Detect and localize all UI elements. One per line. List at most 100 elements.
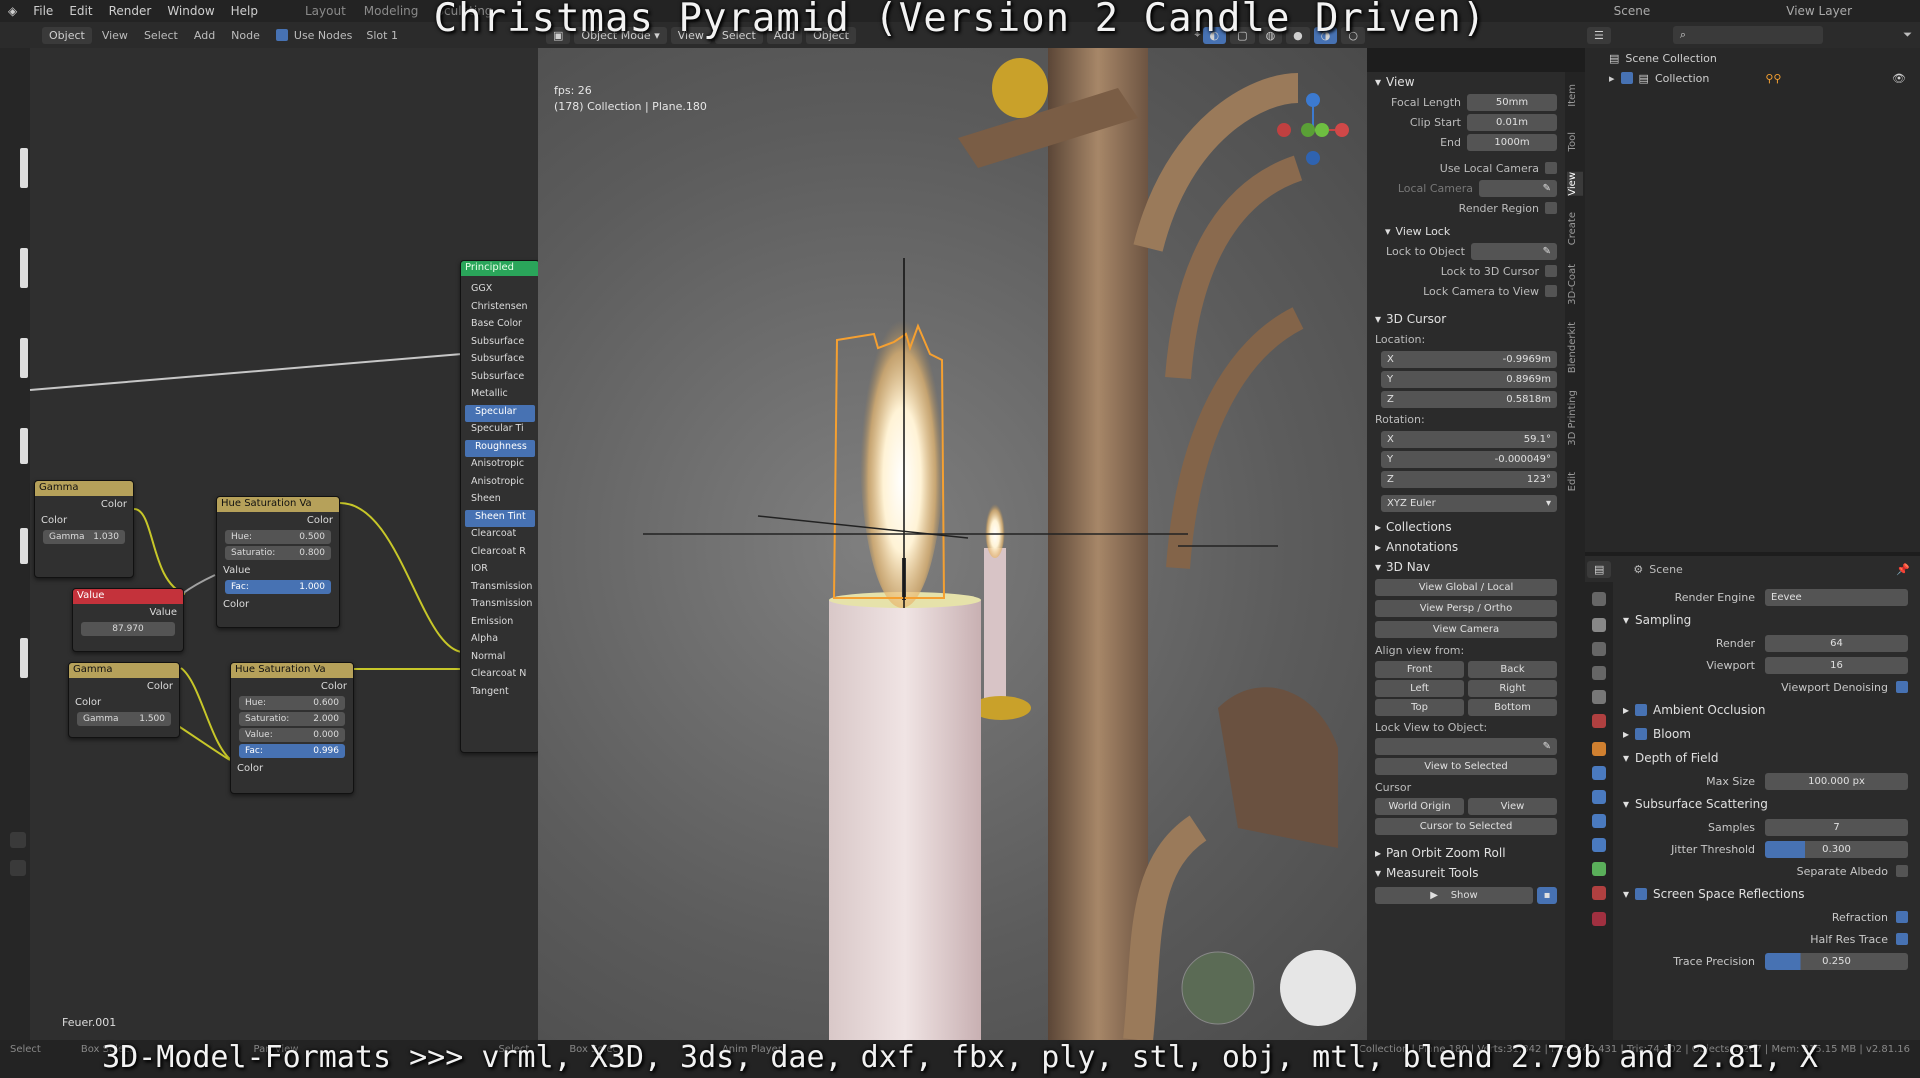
node-view-icon[interactable]	[10, 832, 26, 848]
workspace-tab-layout[interactable]: Layout	[296, 4, 355, 18]
data-icon[interactable]	[1592, 862, 1606, 876]
gamma-node-1[interactable]: Gamma Color Color Gamma 1.030	[34, 480, 134, 578]
editor-type-icon[interactable]: ▤	[1587, 560, 1612, 578]
collection-row[interactable]: ▸ ▤ Collection ⚲⚲ 👁	[1585, 68, 1920, 88]
world-icon[interactable]	[1592, 714, 1606, 728]
local-camera-field[interactable]: ✎	[1479, 179, 1557, 197]
3d-cursor-header[interactable]: ▾ 3D Cursor	[1367, 309, 1565, 329]
menu-select[interactable]: Select	[714, 26, 763, 44]
align-front-button[interactable]: Front	[1375, 661, 1464, 678]
view-layer-selector[interactable]: View Layer	[1778, 4, 1860, 18]
principled-input-socket[interactable]: GGX	[461, 282, 538, 300]
tab-3d-printing[interactable]: 3D Printing	[1567, 390, 1583, 446]
workspace-tab-sculpting[interactable]: Sculpting	[427, 4, 501, 18]
ambient-occlusion-checkbox[interactable]	[1635, 704, 1648, 716]
principled-input-socket[interactable]: Clearcoat R	[461, 545, 538, 563]
menu-file[interactable]: File	[25, 4, 61, 18]
rot-y-field[interactable]: Y -0.000049°	[1381, 450, 1557, 468]
hue-field[interactable]: Hue: 0.500	[225, 530, 331, 544]
menu-add[interactable]: Add	[766, 26, 803, 44]
trace-precision-slider[interactable]: 0.250	[1765, 952, 1908, 970]
collection-exclude-checkbox[interactable]	[1620, 72, 1633, 84]
fac-field[interactable]: Fac: 1.000	[225, 580, 331, 594]
principled-input-socket[interactable]: Specular	[465, 404, 535, 422]
principled-input-socket[interactable]: Christensen	[461, 300, 538, 318]
max-size-field[interactable]: 100.000 px	[1765, 772, 1908, 790]
object-mode-dropdown[interactable]: Object Mode ▾	[574, 26, 667, 44]
principled-input-socket[interactable]: Subsurface	[461, 352, 538, 370]
y-axis-handle[interactable]	[1315, 123, 1329, 137]
value-field[interactable]: Value: 0.000	[239, 728, 345, 742]
shading-rendered-icon[interactable]: ○	[1341, 26, 1365, 44]
scene-icon[interactable]	[1592, 690, 1606, 704]
expand-arrow-icon[interactable]: ▸	[1609, 72, 1615, 85]
measureit-settings-icon[interactable]: ▪	[1537, 887, 1557, 904]
view-lock-header[interactable]: ▾ View Lock	[1367, 222, 1565, 241]
pan-orbit-header[interactable]: ▸ Pan Orbit Zoom Roll	[1367, 843, 1565, 863]
neg-y-axis-handle[interactable]	[1301, 123, 1315, 137]
principled-bsdf-node[interactable]: Principled GGX Christensen Base Color Subsu…	[460, 260, 538, 753]
measureit-show-button[interactable]: ▶ Show	[1375, 887, 1533, 904]
ambient-occlusion-header[interactable]: ▸ Ambient Occlusion	[1615, 698, 1920, 722]
display-mode-icon[interactable]: ☰	[1587, 26, 1611, 44]
focal-length-field[interactable]: 50mm	[1467, 93, 1557, 111]
cursor-view-button[interactable]: View	[1468, 798, 1557, 815]
view-camera-button[interactable]: View Camera	[1375, 621, 1557, 638]
gamma-field[interactable]: Gamma 1.030	[43, 530, 125, 544]
menu-edit[interactable]: Edit	[61, 4, 100, 18]
tab-create[interactable]: Create	[1567, 212, 1583, 245]
tab-edit[interactable]: Edit	[1567, 472, 1583, 491]
editor-type-icon[interactable]: ▣	[546, 26, 571, 44]
loc-y-field[interactable]: Y 0.8969m	[1381, 370, 1557, 388]
lock-to-cursor-checkbox[interactable]	[1545, 265, 1557, 277]
principled-input-socket[interactable]: Tangent	[461, 685, 538, 703]
filter-icon[interactable]: ⏷	[1903, 28, 1912, 42]
tab-blenderkit[interactable]: Blenderkit	[1567, 322, 1583, 373]
menu-help[interactable]: Help	[223, 4, 266, 18]
overlay-toggle-icon[interactable]: ◐	[1202, 26, 1227, 44]
sss-samples-field[interactable]: 7	[1765, 818, 1908, 836]
half-res-checkbox[interactable]	[1896, 933, 1908, 945]
physics-icon[interactable]	[1592, 814, 1606, 828]
principled-input-socket[interactable]: Specular Ti	[461, 422, 538, 440]
rotation-mode-dropdown[interactable]: XYZ Euler ▾	[1381, 494, 1557, 512]
shading-solid-icon[interactable]: ●	[1286, 26, 1310, 44]
constraints-icon[interactable]	[1592, 838, 1606, 852]
menu-object[interactable]: Object	[806, 26, 856, 44]
hue-field[interactable]: Hue: 0.600	[239, 696, 345, 710]
x-axis-handle[interactable]	[1335, 123, 1349, 137]
align-left-button[interactable]: Left	[1375, 680, 1464, 697]
gamma-field[interactable]: Gamma 1.500	[77, 712, 171, 726]
hue-saturation-node-2[interactable]: Hue Saturation Va Color Hue: 0.600 Satura…	[230, 662, 354, 794]
output-icon[interactable]	[1592, 642, 1606, 656]
align-top-button[interactable]: Top	[1375, 699, 1464, 716]
principled-input-socket[interactable]: Normal	[461, 650, 538, 668]
gamma-node-2[interactable]: Gamma Color Color Gamma 1.500	[68, 662, 180, 738]
saturation-field[interactable]: Saturatio: 0.800	[225, 546, 331, 560]
menu-render[interactable]: Render	[101, 4, 160, 18]
view-section-header[interactable]: ▾ View	[1367, 72, 1565, 92]
xray-toggle-icon[interactable]: ▢	[1230, 26, 1255, 44]
outliner-search-input[interactable]: ⌕	[1672, 26, 1823, 44]
ssr-checkbox[interactable]	[1635, 888, 1648, 900]
hue-saturation-node-1[interactable]: Hue Saturation Va Color Hue: 0.500 Satura…	[216, 496, 340, 628]
principled-input-socket[interactable]: Subsurface	[461, 335, 538, 353]
pin-icon[interactable]: 📌	[1896, 563, 1910, 576]
principled-input-socket[interactable]: Clearcoat N	[461, 667, 538, 685]
separate-albedo-checkbox[interactable]	[1896, 865, 1908, 877]
gizmo-toggle-icon[interactable]: ⌖	[1194, 28, 1200, 42]
texture-icon[interactable]	[1592, 912, 1606, 926]
world-origin-button[interactable]: World Origin	[1375, 798, 1464, 815]
neg-x-axis-handle[interactable]	[1277, 123, 1291, 137]
view-global-local-button[interactable]: View Global / Local	[1375, 579, 1557, 596]
scene-selector[interactable]: Scene	[1606, 4, 1659, 18]
principled-input-socket[interactable]: Anisotropic	[461, 475, 538, 493]
object-icon[interactable]	[1592, 742, 1606, 756]
rot-x-field[interactable]: X 59.1°	[1381, 430, 1557, 448]
ssr-header[interactable]: ▾ Screen Space Reflections	[1615, 882, 1920, 906]
blender-logo-icon[interactable]: ◈	[0, 4, 25, 18]
lock-to-object-field[interactable]: ✎	[1471, 242, 1557, 260]
principled-input-socket[interactable]: Anisotropic	[461, 457, 538, 475]
3d-viewport[interactable]: fps: 26 (178) Collection | Plane.180	[538, 48, 1367, 1040]
principled-input-socket[interactable]: Metallic	[461, 387, 538, 405]
